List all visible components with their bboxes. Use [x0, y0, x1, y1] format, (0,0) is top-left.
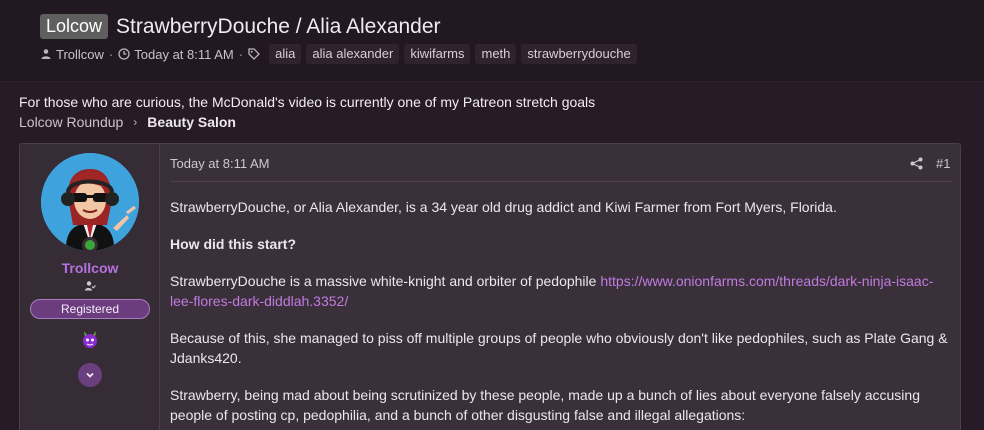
breadcrumb: Lolcow Roundup › Beauty Salon [19, 114, 236, 130]
user-banner-badge: Registered [30, 299, 150, 319]
post-body: StrawberryDouche, or Alia Alexander, is … [170, 197, 952, 430]
tag-kiwifarms[interactable]: kiwifarms [404, 44, 471, 64]
thread-meta: Trollcow · Today at 8:11 AM · alia alia … [40, 44, 637, 64]
tag-meth[interactable]: meth [475, 44, 517, 64]
thread-prefix-label[interactable]: Lolcow [40, 14, 109, 39]
tag-alia[interactable]: alia [269, 44, 302, 64]
thread-date-link[interactable]: Today at 8:11 AM [134, 47, 234, 62]
post-paragraph: Because of this, she managed to piss off… [170, 330, 948, 366]
breadcrumb-item-beauty-salon[interactable]: Beauty Salon [147, 114, 236, 130]
expand-user-button[interactable] [78, 363, 102, 387]
meta-separator: · [108, 46, 114, 62]
thread-author-link[interactable]: Trollcow [56, 47, 104, 62]
tag-alia-alexander[interactable]: alia alexander [306, 44, 400, 64]
thread-title: StrawberryDouche / Alia Alexander [116, 14, 441, 38]
thread-header: Lolcow StrawberryDouche / Alia Alexander… [0, 0, 984, 82]
tag-strawberrydouche[interactable]: strawberrydouche [521, 44, 637, 64]
meta-separator: · [238, 46, 244, 62]
online-indicator [82, 237, 98, 253]
breadcrumb-item-lolcow-roundup[interactable]: Lolcow Roundup [19, 114, 123, 130]
user-icon [41, 49, 51, 59]
notice-text: For those who are curious, the McDonald'… [19, 94, 596, 110]
post-message: Trollcow Registered Today at 8:11 AM #1 … [19, 143, 961, 430]
share-icon[interactable] [910, 157, 923, 170]
tag-icon [248, 48, 261, 60]
chevron-down-icon [86, 372, 94, 378]
clock-icon [118, 48, 130, 60]
post-paragraph-text: StrawberryDouche is a massive white-knig… [170, 273, 601, 289]
post-paragraph: StrawberryDouche, or Alia Alexander, is … [170, 199, 837, 215]
post-heading: How did this start? [170, 236, 296, 252]
post-paragraph: StrawberryDouche is a massive white-knig… [170, 271, 952, 311]
post-header: Today at 8:11 AM #1 [170, 156, 952, 182]
user-check-icon [85, 281, 96, 291]
thread-title-row: Lolcow StrawberryDouche / Alia Alexander [40, 14, 441, 39]
chevron-right-icon: › [133, 115, 138, 129]
post-user-cell: Trollcow Registered [20, 144, 160, 430]
purple-demon-icon [83, 331, 97, 348]
post-number-link[interactable]: #1 [936, 156, 950, 171]
post-paragraph: Strawberry, being mad about being scruti… [170, 387, 920, 423]
post-date-link[interactable]: Today at 8:11 AM [170, 156, 270, 171]
post-username[interactable]: Trollcow [20, 260, 160, 276]
post-message-cell: Today at 8:11 AM #1 StrawberryDouche, or… [170, 144, 952, 430]
